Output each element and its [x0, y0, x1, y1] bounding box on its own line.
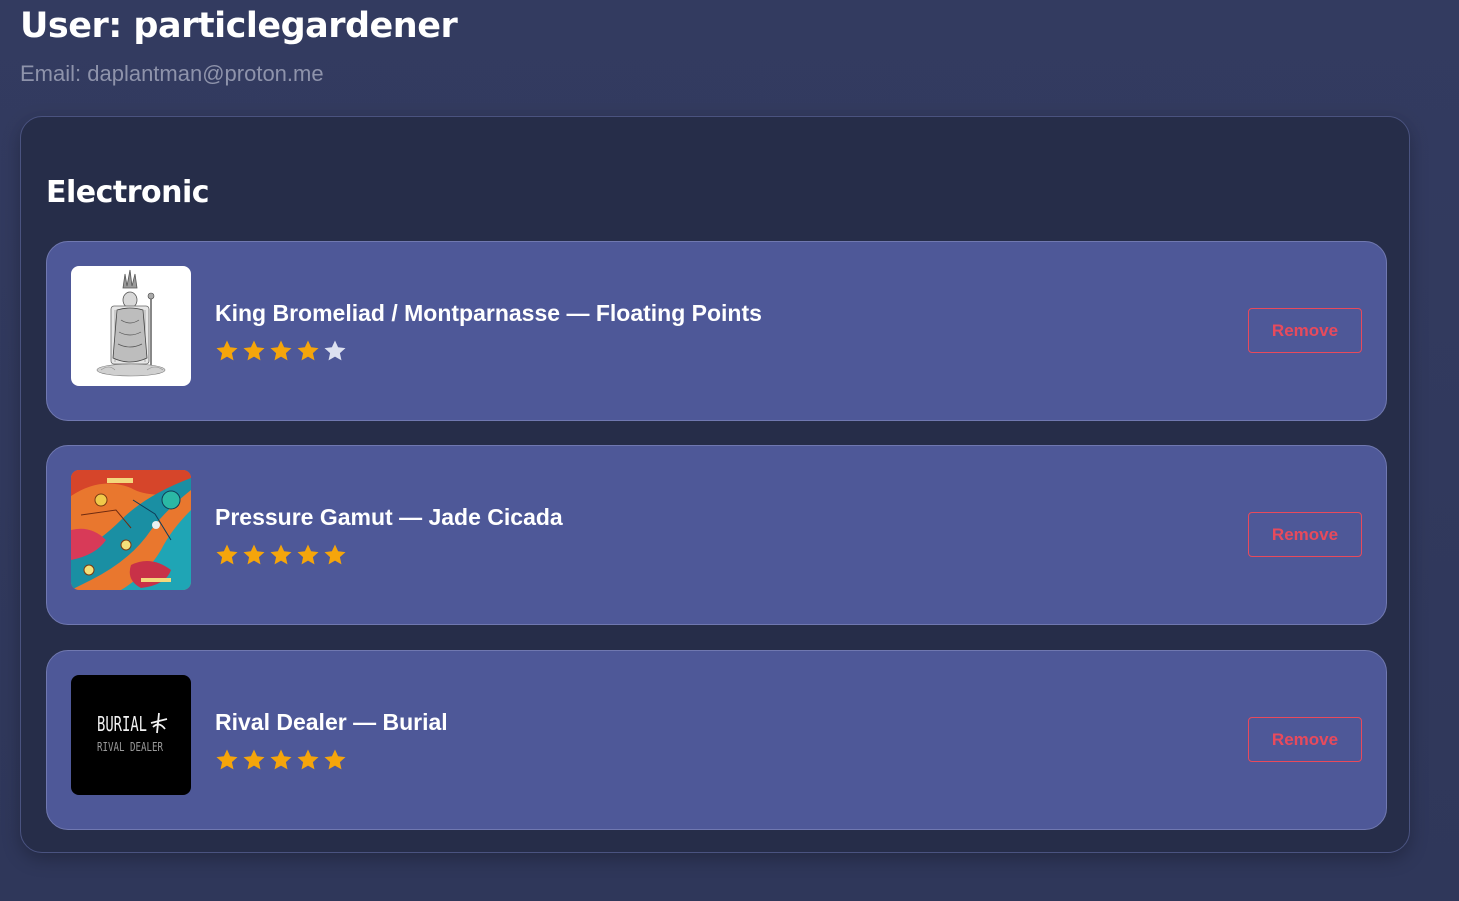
burial-rival-dealer-cover-icon: BURIAL RIVAL DEALER: [71, 675, 191, 795]
star-filled-icon: [297, 749, 319, 770]
user-email: Email: daplantman@proton.me: [20, 61, 324, 86]
star-rating: [215, 339, 347, 365]
remove-button[interactable]: Remove: [1248, 717, 1362, 762]
user-title: User: particlegardener: [20, 6, 458, 46]
star-filled-icon: [297, 340, 319, 361]
genre-title: Electronic: [46, 175, 210, 210]
album-title: Pressure Gamut — Jade Cicada: [215, 504, 563, 530]
star-filled-icon: [324, 544, 346, 565]
star-filled-icon: [243, 749, 265, 770]
remove-button[interactable]: Remove: [1248, 308, 1362, 353]
genre-panel: Electronic King Bromeliad / Montparnasse…: [20, 116, 1410, 853]
album-card: BURIAL RIVAL DEALER Rival Dealer — Buria…: [46, 650, 1387, 830]
star-filled-icon: [324, 749, 346, 770]
album-card: Pressure Gamut — Jade Cicada Remove: [46, 445, 1387, 625]
star-filled-icon: [243, 544, 265, 565]
cover-text-top: BURIAL: [97, 712, 147, 736]
album-cover: BURIAL RIVAL DEALER: [71, 675, 191, 795]
star-filled-icon: [270, 544, 292, 565]
star-rating: [215, 543, 347, 569]
album-title: King Bromeliad / Montparnasse — Floating…: [215, 300, 762, 326]
star-empty-icon: [324, 340, 346, 361]
star-filled-icon: [216, 749, 238, 770]
star-filled-icon: [216, 340, 238, 361]
colorful-map-artwork-icon: [71, 470, 191, 590]
user-profile-page: User: particlegardener Email: daplantman…: [0, 0, 1459, 901]
star-filled-icon: [270, 340, 292, 361]
album-card: King Bromeliad / Montparnasse — Floating…: [46, 241, 1387, 421]
star-filled-icon: [297, 544, 319, 565]
remove-button[interactable]: Remove: [1248, 512, 1362, 557]
king-on-throne-illustration-icon: [71, 266, 191, 386]
cover-text-bottom: RIVAL DEALER: [97, 740, 164, 754]
album-title: Rival Dealer — Burial: [215, 709, 448, 735]
album-cover: [71, 470, 191, 590]
album-cover: [71, 266, 191, 386]
star-filled-icon: [270, 749, 292, 770]
star-filled-icon: [216, 544, 238, 565]
star-filled-icon: [243, 340, 265, 361]
star-rating: [215, 748, 347, 774]
